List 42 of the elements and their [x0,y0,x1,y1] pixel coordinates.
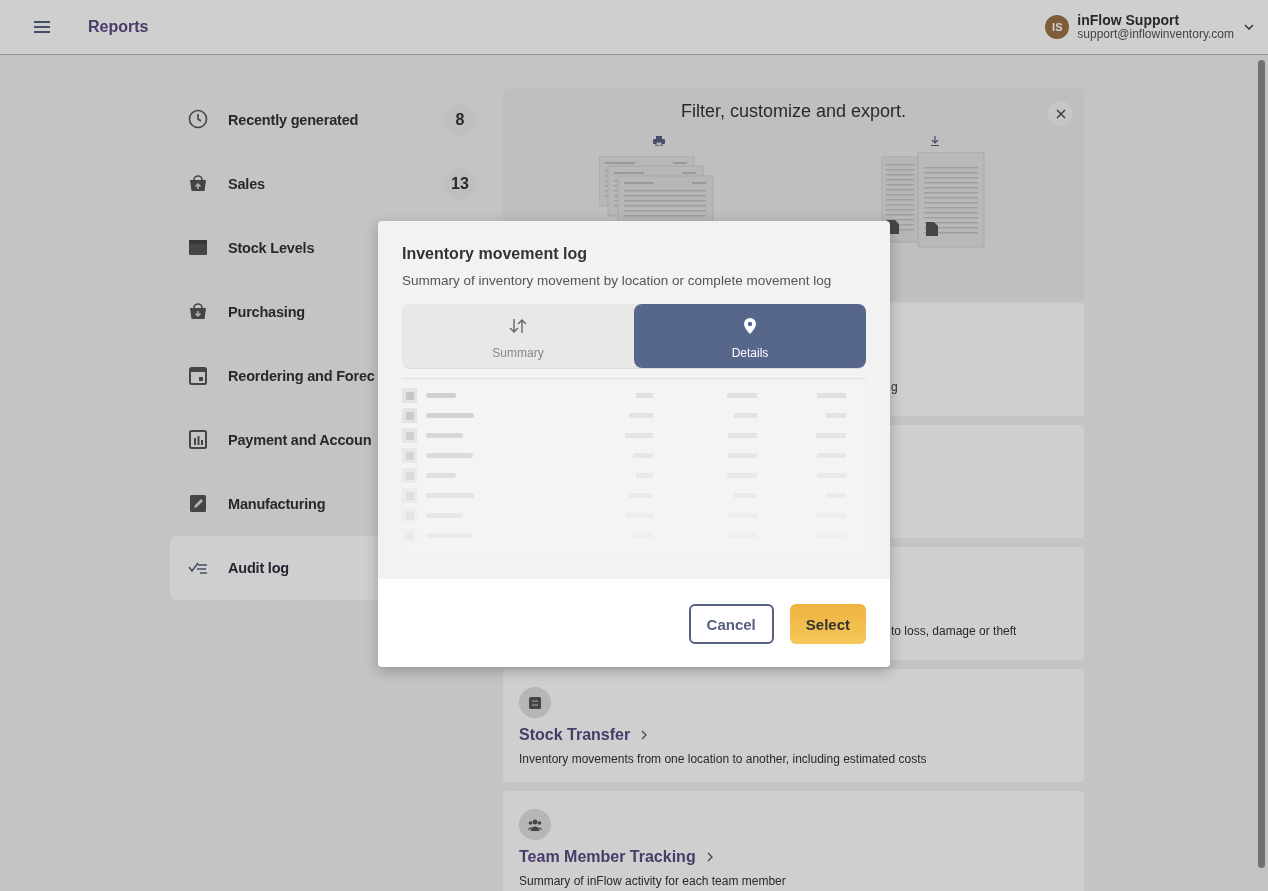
dialog-subtitle: Summary of inventory movement by location or complete movement log [402,273,833,288]
sort-arrows-icon [509,318,527,334]
chevron-right-icon [706,852,713,862]
sidebar-item[interactable]: Recently generated 8 [170,88,503,152]
report-card[interactable]: Stock Transfer Inventory movements from one location to another, including estimated costs [503,669,1084,782]
cancel-button[interactable]: Cancel [688,604,774,644]
close-button[interactable] [1048,101,1073,126]
sidebar-item[interactable]: Audit log [170,536,378,600]
count-badge: 8 [444,104,476,136]
sidebar-item[interactable]: Purchasing [170,280,378,344]
page-title: Reports [88,18,149,36]
dialog-title: Inventory movement log [402,245,588,263]
calendar-icon [188,365,210,387]
location-pin-icon [744,318,756,334]
chart-icon [188,429,210,451]
sidebar-item[interactable]: Reordering and Forec [170,344,378,408]
select-button[interactable]: Select [789,604,866,644]
count-badge: 13 [444,168,476,200]
clock-icon [188,109,210,131]
report-card[interactable]: Team Member Tracking Summary of inFlow activity for each team member [503,791,1084,891]
sidebar-item[interactable]: Sales 13 [170,152,503,216]
people-icon [528,817,542,832]
user-avatar[interactable]: IS [1045,15,1070,39]
sidebar-item[interactable]: Manufacturing [170,472,378,536]
menu-icon[interactable] [34,20,52,34]
user-email: support@inflowinventory.com [1077,28,1234,41]
sidebar-item[interactable]: Stock Levels [170,216,378,280]
download-icon [930,136,939,146]
chevron-down-icon[interactable] [1244,24,1254,30]
sidebar-item[interactable]: Payment and Accoun [170,408,378,472]
card-description: Inventory movements from one location to another, including estimated costs [519,752,928,766]
view-option-tab[interactable]: Details [634,304,866,368]
card-description: g [891,380,899,394]
printer-icon [652,136,665,146]
card-title[interactable]: Team Member Tracking [519,848,696,866]
chevron-right-icon [641,730,648,740]
card-description: Summary of inFlow activity for each team member [519,874,787,888]
card-title[interactable]: Stock Transfer [519,726,631,744]
user-name: inFlow Support [1077,13,1181,28]
card-description: to loss, damage or theft [891,624,1018,638]
banner-title: Filter, customize and export. [680,101,907,122]
close-icon [1055,108,1066,119]
